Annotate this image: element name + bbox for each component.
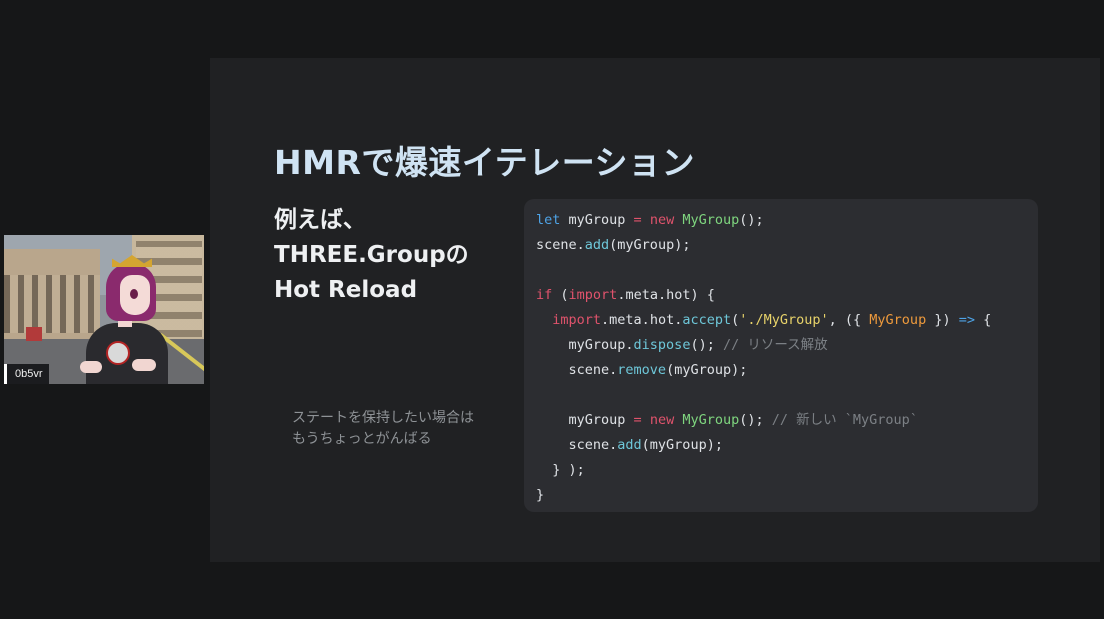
code-token: .meta.hot) { [617,287,715,303]
code-token: (myGroup); [609,237,691,253]
code-line: let myGroup = new MyGroup(); [536,209,764,231]
subtitle-line-1: 例えば、 [274,207,366,233]
code-token: accept [682,312,732,328]
code-line: scene.add(myGroup); [536,434,723,456]
code-token: new [649,212,675,228]
subtitle-line-3: Hot Reload [274,277,418,303]
code-token: myGroup [536,412,634,428]
code-line: myGroup.dispose(); // リソース解放 [536,334,828,356]
code-line: } ); [536,459,585,481]
code-line: import.meta.hot.accept('./MyGroup', ({ M… [536,309,991,331]
code-token: MyGroup [682,212,740,228]
code-token: new [649,412,675,428]
subtitle-line-2: THREE.Groupの [274,242,469,268]
code-token: if [536,287,553,303]
code-line: if (import.meta.hot) { [536,284,715,306]
webcam-overlay: 0b5vr [4,235,204,384]
code-line: scene.add(myGroup); [536,234,690,256]
code-token: = [633,212,642,228]
webcam-name-label: 0b5vr [4,364,49,384]
code-token: let [536,212,561,228]
code-line: } [536,484,544,506]
code-line: myGroup = new MyGroup(); // 新しい `MyGroup… [536,409,918,431]
code-token: // リソース解放 [722,337,828,353]
code-token: ( [552,287,569,303]
code-token: scene. [536,237,585,253]
code-token: import [568,287,618,303]
code-token: myGroup [560,212,634,228]
avatar-hand-left [80,361,102,373]
webcam-building-left-windows [4,275,100,333]
code-token: { [974,312,992,328]
note-line-1: ステートを保持したい場合は [292,410,474,426]
code-token: (myGroup); [666,362,748,378]
code-token: MyGroup [682,412,740,428]
code-token: remove [617,362,667,378]
code-token: add [584,237,610,253]
code-token: (myGroup); [641,437,723,453]
code-token: (); [739,212,764,228]
code-token: MyGroup [869,312,927,328]
code-token: './MyGroup' [739,312,829,328]
code-token: }) [926,312,959,328]
presentation-slide: HMRで爆速イテレーション 例えば、 THREE.Groupの Hot Relo… [210,58,1100,562]
slide-note: ステートを保持したい場合は もうちょっとがんばる [292,408,474,450]
code-token: // 新しい `MyGroup` [771,412,918,428]
code-token: } [536,487,545,503]
webcam-bus [26,327,42,341]
avatar-shirt-logo [106,341,130,365]
webcam-label-accent-bar [4,364,7,384]
code-line: scene.remove(myGroup); [536,359,748,381]
code-token: } ); [536,462,585,478]
code-token: import [552,312,602,328]
slide-subtitle: 例えば、 THREE.Groupの Hot Reload [274,203,469,308]
code-token: , ({ [828,312,870,328]
avatar-eye [130,289,138,299]
code-token: (); [690,337,723,353]
code-token: = [633,412,642,428]
slide-title: HMRで爆速イテレーション [274,143,696,182]
code-block: let myGroup = new MyGroup(); scene.add(my… [524,199,1038,512]
webcam-name-text: 0b5vr [15,368,43,380]
code-token: dispose [633,337,691,353]
avatar-hand-right [132,359,156,371]
code-token: myGroup. [536,337,634,353]
code-token: scene. [536,362,618,378]
note-line-2: もうちょっとがんばる [292,431,432,447]
code-token: scene. [536,437,618,453]
code-token: => [958,312,975,328]
code-token: add [617,437,642,453]
code-token: (); [739,412,772,428]
code-token: .meta.hot. [601,312,683,328]
